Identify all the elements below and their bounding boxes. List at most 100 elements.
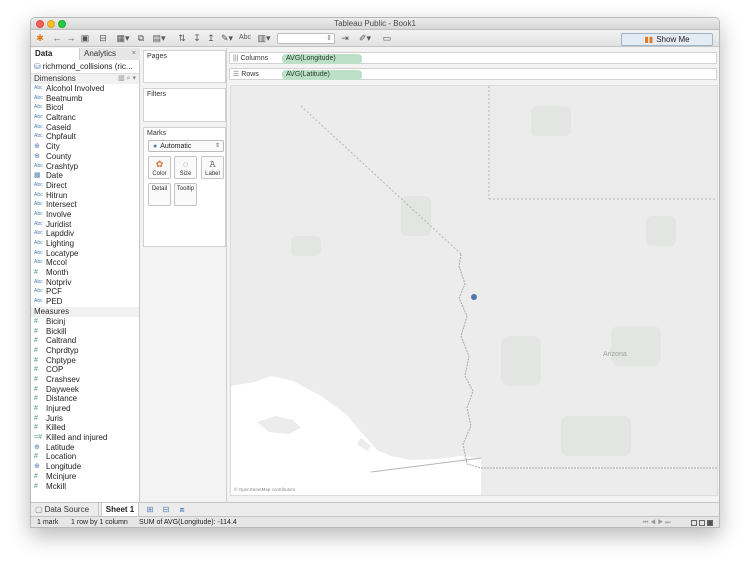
swap-icon[interactable]: ⇅ xyxy=(176,32,188,44)
sort-ascending-icon[interactable]: ↧ xyxy=(191,32,203,44)
columns-shelf[interactable]: ||| Columns AVG(Longitude) xyxy=(229,52,717,64)
filmstrip-view-icon[interactable] xyxy=(707,520,713,526)
grid-view-icon[interactable] xyxy=(691,520,697,526)
search-icon[interactable]: ▥ ⌕ ▾ xyxy=(118,74,136,84)
pages-card[interactable]: Pages xyxy=(143,50,226,83)
field-item[interactable]: Abc Lapddiv xyxy=(31,229,139,239)
field-item[interactable]: # Killed xyxy=(31,423,139,433)
columns-pill[interactable]: AVG(Longitude) xyxy=(282,54,362,64)
fit-select[interactable]: ⇕ xyxy=(277,33,335,44)
field-item[interactable]: Abc Direct xyxy=(31,181,139,191)
rows-pill[interactable]: AVG(Latitude) xyxy=(282,70,362,80)
field-name: Killed xyxy=(46,423,66,433)
chevron-down-icon: ⇕ xyxy=(214,143,220,149)
mark-type-select[interactable]: ● Automatic ⇕ xyxy=(148,140,224,152)
field-item[interactable]: # COP xyxy=(31,365,139,375)
tab-analytics[interactable]: Analytics × xyxy=(79,48,140,60)
field-item[interactable]: Abc Involve xyxy=(31,210,139,220)
field-name: Juris xyxy=(46,413,63,423)
new-datasource-icon[interactable]: ⊟ xyxy=(97,32,109,44)
new-worksheet-icon[interactable]: ▦▾ xyxy=(115,32,131,44)
new-story-tab-icon[interactable]: ⧈ xyxy=(175,503,189,517)
new-worksheet-tab-icon[interactable]: ⊞ xyxy=(143,503,157,517)
collapse-icon[interactable]: × xyxy=(132,48,136,60)
fix-axes-icon[interactable]: ⇥ xyxy=(339,32,351,44)
redo-icon[interactable]: → xyxy=(65,32,77,44)
field-item[interactable]: Abc Locatype xyxy=(31,249,139,259)
field-item[interactable]: # Mckill xyxy=(31,482,139,492)
data-point-mark[interactable] xyxy=(471,294,477,300)
rows-shelf[interactable]: ☰ Rows AVG(Latitude) xyxy=(229,68,717,80)
sort-descending-icon[interactable]: ↥ xyxy=(205,32,217,44)
detail-label: Detail xyxy=(151,186,168,192)
datasource-item[interactable]: ⛁ richmond_collisions (ric... xyxy=(31,60,139,74)
field-item[interactable]: Abc Lighting xyxy=(31,239,139,249)
fit-icon[interactable]: ▥▾ xyxy=(256,32,272,44)
field-item[interactable]: ⊕ Latitude xyxy=(31,443,139,453)
detail-button[interactable]: Detail xyxy=(148,183,171,206)
field-item[interactable]: Abc Caseid xyxy=(31,123,139,133)
field-item[interactable]: # Dayweek xyxy=(31,385,139,395)
tab-data[interactable]: Data xyxy=(31,48,79,60)
field-item[interactable]: Abc Juridist xyxy=(31,220,139,230)
list-view-icon[interactable] xyxy=(699,520,705,526)
field-name: Killed and injured xyxy=(46,433,108,443)
field-item[interactable]: # Bicinj xyxy=(31,317,139,327)
field-item[interactable]: # Chptype xyxy=(31,356,139,366)
save-icon[interactable]: ▣ xyxy=(79,32,91,44)
show-labels-button[interactable]: Abc xyxy=(238,32,252,44)
duplicate-sheet-icon[interactable]: ⧉ xyxy=(135,32,147,44)
undo-icon[interactable]: ← xyxy=(51,32,63,44)
color-button[interactable]: ✿ Color xyxy=(148,156,171,179)
highlight-icon[interactable]: ✎▾ xyxy=(219,32,235,44)
field-item[interactable]: Abc Crashtyp xyxy=(31,162,139,172)
field-item[interactable]: Abc Chpfault xyxy=(31,132,139,142)
field-item[interactable]: # Month xyxy=(31,268,139,278)
field-item[interactable]: # Bickill xyxy=(31,327,139,337)
field-item[interactable]: Abc PED xyxy=(31,297,139,307)
sheet-tab[interactable]: Sheet 1 xyxy=(101,503,139,517)
field-item[interactable]: # Injured xyxy=(31,404,139,414)
field-item[interactable]: # Chprdtyp xyxy=(31,346,139,356)
tooltip-button[interactable]: Tooltip xyxy=(174,183,197,206)
field-item[interactable]: Abc Beatnumb xyxy=(31,94,139,104)
field-item[interactable]: ⊕ City xyxy=(31,142,139,152)
presentation-icon[interactable]: ▭ xyxy=(381,32,393,44)
field-item[interactable]: Abc Bicol xyxy=(31,103,139,113)
pen-icon[interactable]: ✐▾ xyxy=(357,32,373,44)
field-item[interactable]: Abc PCF xyxy=(31,287,139,297)
data-source-tab[interactable]: ▢ Data Source xyxy=(31,503,99,517)
field-item[interactable]: ⊕ County xyxy=(31,152,139,162)
field-name: Distance xyxy=(46,394,78,404)
field-item[interactable]: # Caltrand xyxy=(31,336,139,346)
field-name: Bicinj xyxy=(46,316,66,326)
sheet-nav-icons[interactable]: ⏮◀▶⏭ xyxy=(643,517,673,527)
field-item[interactable]: # Mcinjure xyxy=(31,472,139,482)
dimensions-header-label: Dimensions xyxy=(34,74,76,83)
field-type-icon: Abc xyxy=(34,278,43,285)
field-item[interactable]: # Location xyxy=(31,452,139,462)
filters-card[interactable]: Filters xyxy=(143,88,226,122)
field-type-icon: # xyxy=(34,424,38,432)
field-item[interactable]: # Juris xyxy=(31,414,139,424)
field-item[interactable]: # Crashsev xyxy=(31,375,139,385)
field-item[interactable]: Abc Hitrun xyxy=(31,191,139,201)
field-item[interactable]: Abc Mccol xyxy=(31,258,139,268)
show-me-button[interactable]: ▮▮ Show Me xyxy=(621,33,713,46)
size-button[interactable]: ◌ Size xyxy=(174,156,197,179)
field-item[interactable]: Abc Caltranc xyxy=(31,113,139,123)
map-view[interactable]: Arizona © OpenStreetMap contributors xyxy=(230,85,718,496)
field-item[interactable]: ⊕ Longitude xyxy=(31,462,139,472)
field-item[interactable]: Abc Notpriv xyxy=(31,278,139,288)
field-item[interactable]: # Distance xyxy=(31,394,139,404)
field-item[interactable]: =# Killed and injured xyxy=(31,433,139,443)
field-item[interactable]: ▦ Date xyxy=(31,171,139,181)
tableau-logo-icon[interactable]: ✱ xyxy=(34,32,46,44)
field-item[interactable]: Abc Alcohol Involved xyxy=(31,84,139,94)
field-item[interactable]: Abc Intersect xyxy=(31,200,139,210)
label-button[interactable]: 𝙰 Label xyxy=(201,156,224,179)
clear-sheet-icon[interactable]: ▤▾ xyxy=(151,32,167,44)
new-dashboard-tab-icon[interactable]: ⊟ xyxy=(159,503,173,517)
field-name: Notpriv xyxy=(46,277,72,287)
field-type-icon: Abc xyxy=(34,191,43,198)
